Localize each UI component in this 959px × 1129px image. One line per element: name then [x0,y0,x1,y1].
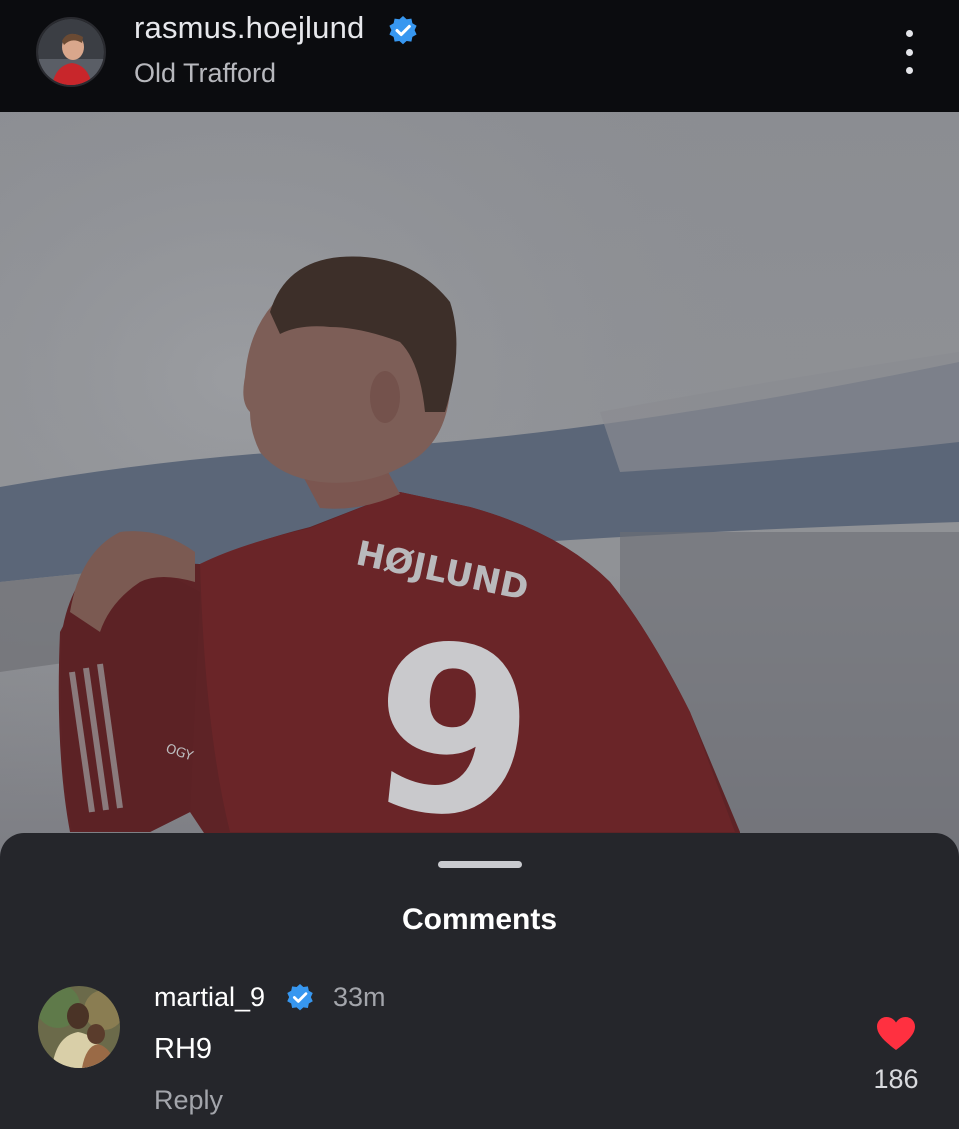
more-vertical-icon [905,30,913,37]
reply-button[interactable]: Reply [154,1085,223,1116]
comment-text: RH9 [154,1033,213,1065]
author-username[interactable]: rasmus.hoejlund [134,10,364,46]
jersey-number: 9 [359,592,546,872]
commenter-username[interactable]: martial_9 [154,982,265,1013]
post-image[interactable]: HØJLUND 9 OGY [0,112,959,872]
like-count: 186 [873,1064,919,1094]
verified-badge-icon [389,16,417,45]
comments-title: Comments [401,903,558,936]
post-header: rasmus.hoejlund Old Trafford [0,0,959,112]
comments-sheet: Comments martial_9 33m RH9 Reply 186 [0,833,959,1129]
author-avatar[interactable] [36,17,106,87]
commenter-avatar[interactable] [38,986,120,1068]
sheet-drag-handle[interactable] [438,861,522,868]
post-photo: HØJLUND 9 OGY [0,112,959,872]
more-options-button[interactable] [894,30,924,74]
commenter-avatar-image [38,986,120,1068]
post-location[interactable]: Old Trafford [134,58,276,89]
verified-badge-icon [287,983,313,1011]
heart-icon[interactable] [876,1016,916,1052]
comment-timestamp: 33m [333,982,386,1012]
comment-item: martial_9 33m RH9 Reply 186 [0,978,959,1128]
author-avatar-image [38,19,104,85]
